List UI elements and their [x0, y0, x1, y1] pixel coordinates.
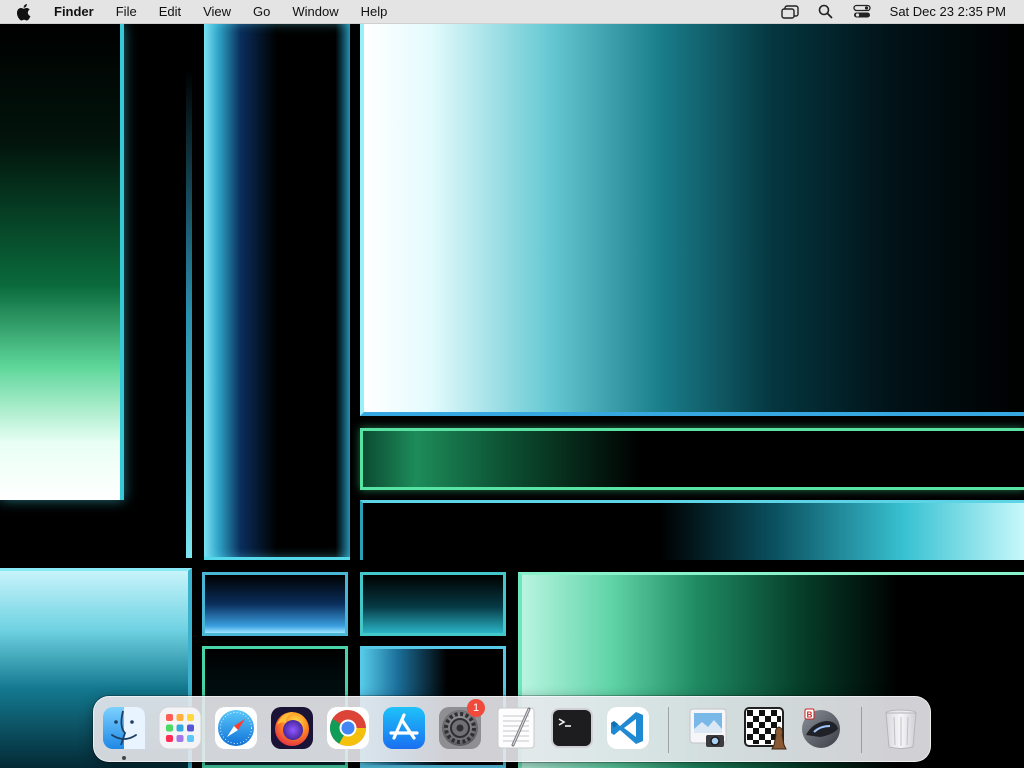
- menu-edit[interactable]: Edit: [148, 0, 192, 24]
- dock-textedit[interactable]: [493, 705, 539, 751]
- apple-logo-icon[interactable]: [16, 0, 36, 24]
- dock-firefox[interactable]: [269, 705, 315, 751]
- automator-icon: B: [802, 708, 840, 748]
- screen-mirroring-icon[interactable]: [778, 0, 802, 24]
- spotlight-search-icon[interactable]: [814, 0, 838, 24]
- dock: 1 B: [93, 696, 931, 762]
- dock-separator: [668, 707, 669, 753]
- wallpaper-panel: [360, 500, 1024, 560]
- wallpaper-panel: [360, 572, 506, 636]
- wallpaper-panel: [186, 70, 192, 558]
- dock-chess[interactable]: [742, 705, 788, 751]
- trash-icon: [885, 709, 917, 749]
- notification-badge: 1: [467, 699, 485, 717]
- control-center-icon[interactable]: [850, 0, 874, 24]
- wallpaper-panel: [202, 572, 348, 636]
- wallpaper-panel: [204, 24, 350, 560]
- svg-text:B: B: [807, 711, 813, 720]
- dock-system-settings[interactable]: 1: [437, 699, 485, 751]
- menu-bar: Finder File Edit View Go Window Help Sat…: [0, 0, 1024, 24]
- menu-file[interactable]: File: [105, 0, 148, 24]
- dock-terminal[interactable]: [549, 705, 595, 751]
- app-menu-finder[interactable]: Finder: [52, 0, 105, 24]
- dock-preview[interactable]: [686, 705, 732, 751]
- wallpaper-panel: [360, 24, 1024, 416]
- finder-running-indicator: [122, 756, 126, 760]
- preview-icon: [689, 708, 727, 747]
- menu-window[interactable]: Window: [281, 0, 349, 24]
- finder-icon: [103, 707, 145, 749]
- vscode-icon: [607, 707, 649, 749]
- textedit-icon: [497, 707, 535, 749]
- dock-launchpad[interactable]: [157, 705, 203, 751]
- launchpad-icon: [158, 706, 202, 750]
- dock-app-store[interactable]: [381, 705, 427, 751]
- firefox-icon: [271, 707, 313, 749]
- app-store-icon: [383, 707, 425, 749]
- dock-safari[interactable]: [213, 705, 259, 751]
- chrome-icon: [327, 707, 369, 749]
- dock-trash[interactable]: [878, 705, 924, 751]
- wallpaper-panel: [0, 24, 124, 500]
- desktop-wallpaper: [0, 0, 1024, 768]
- wallpaper-panel: [360, 428, 1024, 490]
- chess-icon: [744, 707, 787, 750]
- menu-view[interactable]: View: [192, 0, 242, 24]
- menu-go[interactable]: Go: [242, 0, 281, 24]
- safari-icon: [215, 707, 257, 749]
- dock-vscode[interactable]: [605, 705, 651, 751]
- menu-bar-clock[interactable]: Sat Dec 23 2:35 PM: [890, 4, 1006, 19]
- menu-help[interactable]: Help: [350, 0, 399, 24]
- dock-separator: [861, 707, 862, 753]
- terminal-icon: [551, 708, 593, 748]
- dock-automator[interactable]: B: [798, 705, 844, 751]
- dock-finder[interactable]: [101, 705, 147, 751]
- dock-chrome[interactable]: [325, 705, 371, 751]
